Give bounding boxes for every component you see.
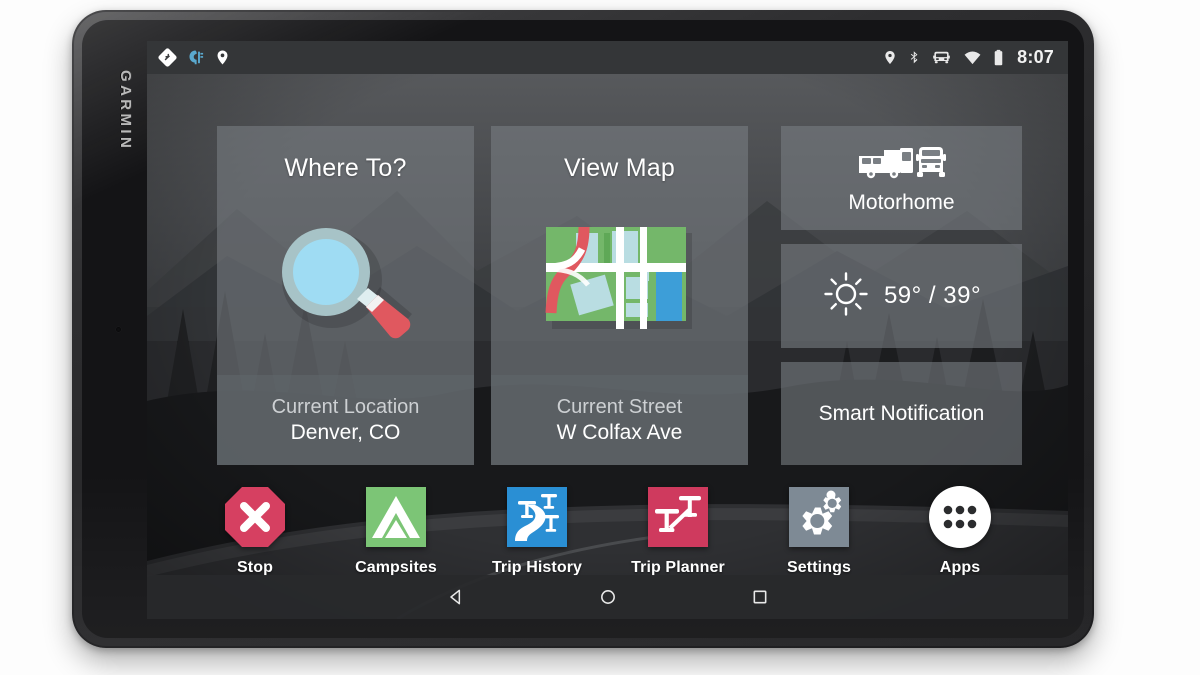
smart-notification-label: Smart Notification: [818, 401, 985, 425]
status-bar: 8:07: [147, 41, 1068, 74]
current-location-value: Denver, CO: [290, 420, 401, 444]
navigation-arrow-icon: [158, 48, 177, 67]
magnifier-icon: [217, 183, 474, 375]
device-screen: 8:07 Where To? Current Location Denver, …: [147, 41, 1068, 619]
weather-temperature: 59° / 39°: [883, 282, 982, 309]
bluetooth-icon: [908, 48, 921, 67]
road-pins-icon: [504, 484, 570, 550]
status-bar-clock: 8:07: [1017, 47, 1054, 67]
app-trip-history[interactable]: Trip History: [467, 484, 608, 577]
nav-recents-button[interactable]: [684, 587, 836, 607]
garmin-drive-icon: [186, 48, 205, 67]
app-campsites[interactable]: Campsites: [326, 484, 467, 577]
current-street-label: Current Street: [556, 395, 683, 418]
wifi-icon: [962, 48, 983, 67]
nav-back-button[interactable]: [380, 587, 532, 607]
garmin-logo: GARMIN: [117, 70, 134, 152]
vehicle-profile-card[interactable]: Motorhome: [781, 126, 1022, 230]
home-screen: Where To? Current Location Denver, CO Vi…: [147, 74, 1068, 619]
app-shortcut-row: Stop Campsites Trip History Trip Planner…: [147, 484, 1068, 584]
screenshot-stage: GARMIN 8:07 Where To? Current Location D…: [0, 0, 1200, 675]
app-stop[interactable]: Stop: [185, 484, 326, 577]
app-settings[interactable]: Settings: [749, 484, 890, 577]
where-to-title: Where To?: [284, 154, 407, 182]
gears-icon: [786, 484, 852, 550]
sun-icon: [822, 270, 870, 323]
battery-icon: [993, 48, 1004, 68]
stop-octagon-icon: [222, 484, 288, 550]
view-map-footer: Current Street W Colfax Ave: [491, 375, 748, 465]
vehicle-icon: [931, 48, 952, 67]
nav-home-button[interactable]: [532, 587, 684, 607]
location-pin-icon: [214, 48, 231, 67]
map-icon: [491, 183, 748, 375]
home-circle-icon: [600, 590, 615, 604]
status-bar-left-icons: [158, 48, 231, 67]
motorhome-icon: [856, 142, 948, 187]
weather-card[interactable]: 59° / 39°: [781, 244, 1022, 348]
android-nav-bar: [147, 575, 1068, 619]
app-trip-planner[interactable]: Trip Planner: [608, 484, 749, 577]
recents-square-icon: [753, 590, 766, 604]
current-location-label: Current Location: [271, 395, 420, 418]
smart-notification-card[interactable]: Smart Notification: [781, 362, 1022, 465]
where-to-footer: Current Location Denver, CO: [217, 375, 474, 465]
sensor-dot: [116, 327, 121, 332]
current-street-value: W Colfax Ave: [556, 420, 683, 444]
two-pins-icon: [645, 484, 711, 550]
view-map-card[interactable]: View Map Current Street W Colfax Ave: [491, 126, 748, 465]
app-drawer[interactable]: Apps: [890, 484, 1031, 577]
where-to-card[interactable]: Where To? Current Location Denver, CO: [217, 126, 474, 465]
view-map-title: View Map: [564, 154, 675, 182]
status-bar-right-icons: 8:07: [882, 47, 1054, 68]
back-triangle-icon: [449, 589, 460, 605]
app-drawer-icon: [927, 484, 993, 550]
location-pin-icon: [882, 48, 898, 67]
tent-icon: [363, 484, 429, 550]
vehicle-profile-label: Motorhome: [848, 190, 955, 214]
